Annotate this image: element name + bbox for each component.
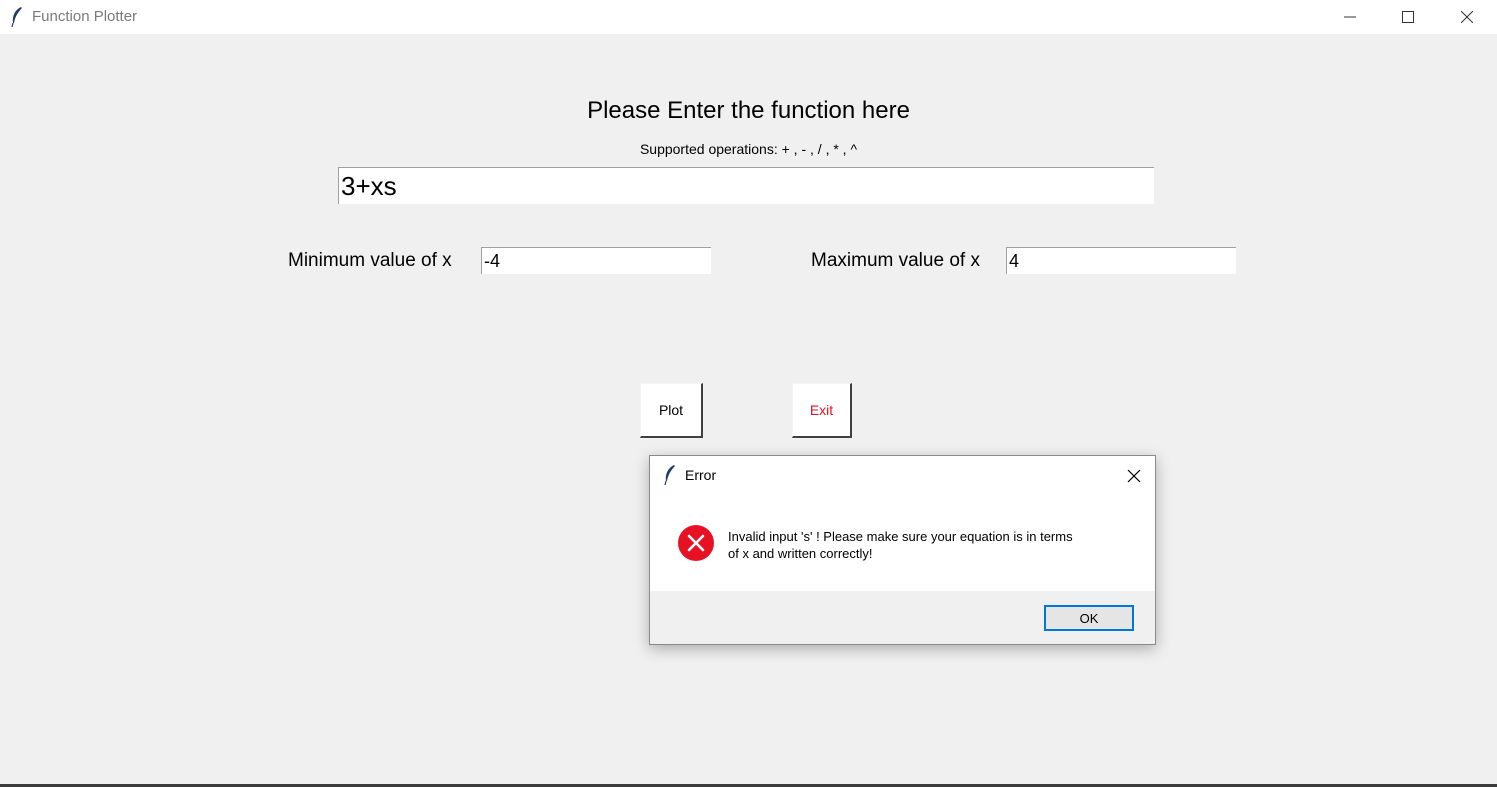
close-button[interactable] — [1438, 0, 1496, 34]
error-dialog: Error Invalid input 's' ! Please make su… — [649, 455, 1156, 645]
exit-button[interactable]: Exit — [792, 383, 852, 438]
dialog-footer: OK — [650, 591, 1155, 644]
close-icon — [1127, 469, 1141, 483]
feather-icon — [664, 465, 675, 486]
ok-button[interactable]: OK — [1044, 605, 1134, 631]
window-title: Function Plotter — [32, 8, 138, 25]
function-input[interactable] — [338, 167, 1154, 204]
supported-operations-text: Supported operations: + , - , / , * , ^ — [639, 141, 858, 157]
min-x-input[interactable] — [481, 247, 711, 274]
min-x-label: Minimum value of x — [288, 250, 452, 271]
maximize-icon — [1402, 11, 1414, 23]
max-x-input[interactable] — [1006, 247, 1236, 274]
maximize-button[interactable] — [1379, 0, 1437, 34]
dialog-title: Error — [685, 467, 717, 483]
page-title: Please Enter the function here — [587, 97, 910, 124]
error-circle-icon — [678, 525, 714, 561]
plot-button[interactable]: Plot — [640, 383, 703, 438]
minimize-button[interactable] — [1321, 0, 1379, 34]
error-message: Invalid input 's' ! Please make sure you… — [728, 529, 1073, 561]
max-x-label: Maximum value of x — [811, 250, 980, 271]
minimize-icon — [1344, 16, 1356, 18]
window-titlebar: Function Plotter — [0, 0, 1497, 34]
dialog-close-button[interactable] — [1120, 462, 1148, 490]
feather-icon — [11, 7, 22, 28]
close-icon — [1461, 11, 1473, 23]
